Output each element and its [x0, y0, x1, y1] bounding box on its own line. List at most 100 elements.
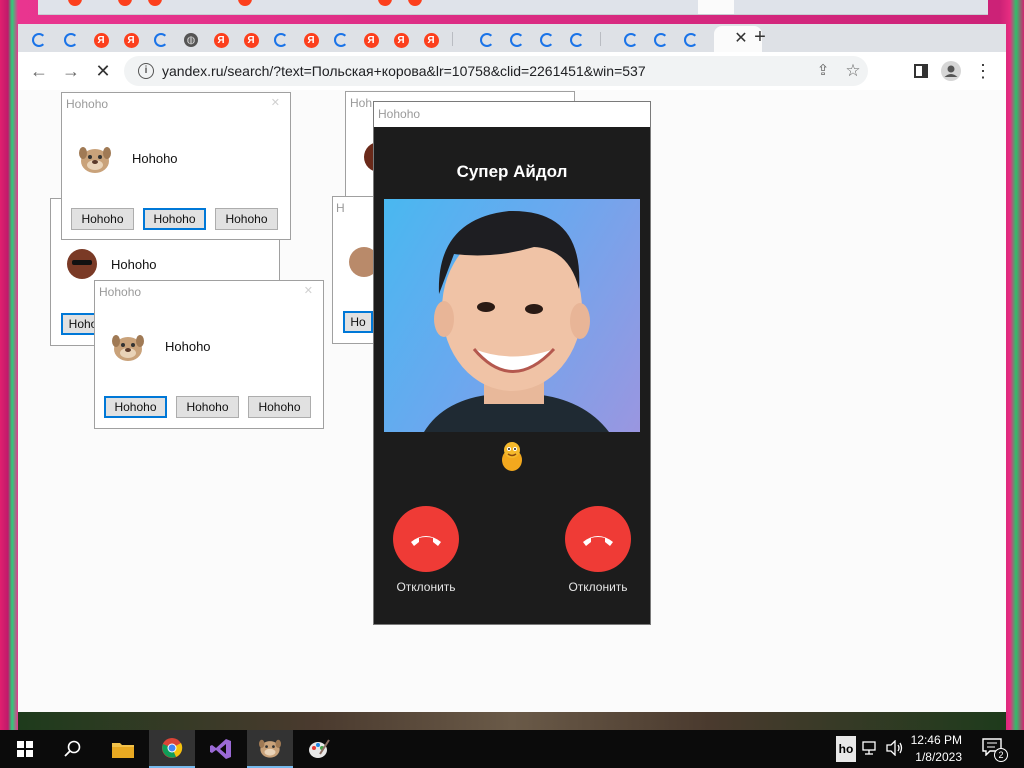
- star-icon[interactable]: ☆: [840, 58, 866, 84]
- dialog-message: Hohoho: [111, 257, 157, 272]
- tab[interactable]: [58, 29, 84, 51]
- tab[interactable]: [678, 29, 704, 51]
- tab[interactable]: Я: [298, 29, 324, 51]
- dialog-message: Hohoho: [132, 151, 178, 166]
- loading-icon: [154, 33, 168, 47]
- hang-up-icon: [411, 536, 441, 546]
- notification-count: 2: [994, 748, 1008, 762]
- paint-icon[interactable]: [296, 730, 342, 768]
- address-bar[interactable]: i yandex.ru/search/?text=Польская+корова…: [124, 56, 868, 86]
- hohoho-dialog: Hohoho ✕ Hohoho Hohoho Hohoho Hohoho: [94, 280, 324, 429]
- dialog-button-default[interactable]: Hohoho: [143, 208, 206, 230]
- talking-dog-icon: [78, 143, 112, 175]
- network-icon[interactable]: [862, 740, 880, 761]
- dialog-title: Hohoho: [99, 285, 142, 299]
- dialog-title: Hohoho: [66, 97, 109, 111]
- close-icon[interactable]: ✕: [271, 96, 280, 109]
- tab[interactable]: [504, 29, 530, 51]
- loading-icon: [64, 33, 78, 47]
- incoming-call-window: Hohoho Супер Айдол Отклонить Отклонить: [373, 101, 651, 625]
- yandex-icon: Я: [123, 32, 139, 48]
- tab[interactable]: Я: [388, 29, 414, 51]
- yandex-icon: Я: [393, 32, 409, 48]
- tab[interactable]: [618, 29, 644, 51]
- url-text[interactable]: yandex.ru/search/?text=Польская+корова&l…: [162, 63, 646, 79]
- menu-icon[interactable]: ⋮: [970, 58, 996, 84]
- tab[interactable]: Я: [118, 29, 144, 51]
- forward-icon[interactable]: →: [58, 58, 84, 84]
- decline-label: Отклонить: [396, 580, 456, 594]
- share-icon[interactable]: ⇪: [810, 58, 836, 84]
- folder-icon[interactable]: [100, 730, 146, 768]
- hang-up-icon: [583, 536, 613, 546]
- dialog-button[interactable]: Hohoho: [176, 396, 239, 418]
- tab[interactable]: [474, 29, 500, 51]
- caller-name: Супер Айдол: [456, 162, 568, 181]
- call-titlebar: Hohoho: [374, 102, 650, 127]
- tab[interactable]: [564, 29, 590, 51]
- search-icon[interactable]: [50, 730, 96, 768]
- desktop-wallpaper: [18, 712, 1006, 730]
- dialog-button[interactable]: Hohoho: [71, 208, 134, 230]
- loading-icon: [684, 33, 698, 47]
- tab[interactable]: [268, 29, 294, 51]
- chrome-icon[interactable]: [149, 730, 195, 768]
- tab[interactable]: Я: [418, 29, 444, 51]
- dialog-title: Hoh: [350, 96, 373, 110]
- tray-app-label[interactable]: ho: [836, 736, 856, 762]
- yandex-icon: Я: [213, 32, 229, 48]
- loading-icon: [624, 33, 638, 47]
- new-tab-button[interactable]: +: [748, 26, 772, 50]
- dialog-message: Hohoho: [165, 339, 211, 354]
- tab[interactable]: ◍: [178, 29, 204, 51]
- info-icon[interactable]: i: [138, 63, 154, 79]
- tab[interactable]: Я: [88, 29, 114, 51]
- tab[interactable]: [328, 29, 354, 51]
- loading-icon: [334, 33, 348, 47]
- hohoho-dialog: Hohoho ✕ Hohoho Hohoho Hohoho Hohoho: [61, 92, 291, 240]
- decline-call-button[interactable]: [393, 506, 459, 572]
- dialog-button[interactable]: Hohoho: [215, 208, 278, 230]
- yandex-icon: Я: [423, 32, 439, 48]
- notification-icon[interactable]: 2: [982, 738, 1008, 762]
- tab[interactable]: [534, 29, 560, 51]
- avatar: [67, 249, 97, 279]
- clock-time[interactable]: 12:46 PM: [892, 733, 962, 747]
- tab[interactable]: [148, 29, 174, 51]
- globe-icon: ◍: [184, 33, 198, 47]
- dialog-title: H: [336, 201, 345, 215]
- clock-date[interactable]: 1/8/2023: [892, 750, 962, 764]
- sticker-icon: [498, 440, 526, 474]
- profile-icon[interactable]: [938, 58, 964, 84]
- yandex-icon: Я: [93, 32, 109, 48]
- talking-dog-icon[interactable]: [247, 730, 293, 768]
- caller-photo: [384, 199, 640, 432]
- yandex-icon: Я: [363, 32, 379, 48]
- back-icon[interactable]: ←: [26, 58, 52, 84]
- loading-icon: [570, 33, 584, 47]
- tab[interactable]: Я: [208, 29, 234, 51]
- loading-icon: [274, 33, 288, 47]
- call-window-title: Hohoho: [378, 107, 421, 121]
- loading-icon: [510, 33, 524, 47]
- dialog-button[interactable]: Hohoho: [248, 396, 311, 418]
- visual-studio-icon[interactable]: [198, 730, 244, 768]
- background-window-tabstrip: [38, 0, 988, 15]
- tab[interactable]: Я: [238, 29, 264, 51]
- dialog-button-default[interactable]: Hohoho: [104, 396, 167, 418]
- tab[interactable]: [26, 29, 52, 51]
- yandex-icon: Я: [243, 32, 259, 48]
- loading-icon: [32, 33, 46, 47]
- stop-icon[interactable]: ✕: [90, 58, 116, 84]
- decline-call-button-2[interactable]: [565, 506, 631, 572]
- taskbar: ho 12:46 PM 1/8/2023 2: [0, 730, 1024, 768]
- loading-icon: [480, 33, 494, 47]
- sidepanel-icon[interactable]: [908, 58, 934, 84]
- yandex-icon: Я: [303, 32, 319, 48]
- decline-label: Отклонить: [568, 580, 628, 594]
- dialog-button[interactable]: Ho: [343, 311, 373, 333]
- close-icon[interactable]: ✕: [304, 284, 313, 297]
- tab[interactable]: [648, 29, 674, 51]
- windows-icon[interactable]: [2, 730, 48, 768]
- tab[interactable]: Я: [358, 29, 384, 51]
